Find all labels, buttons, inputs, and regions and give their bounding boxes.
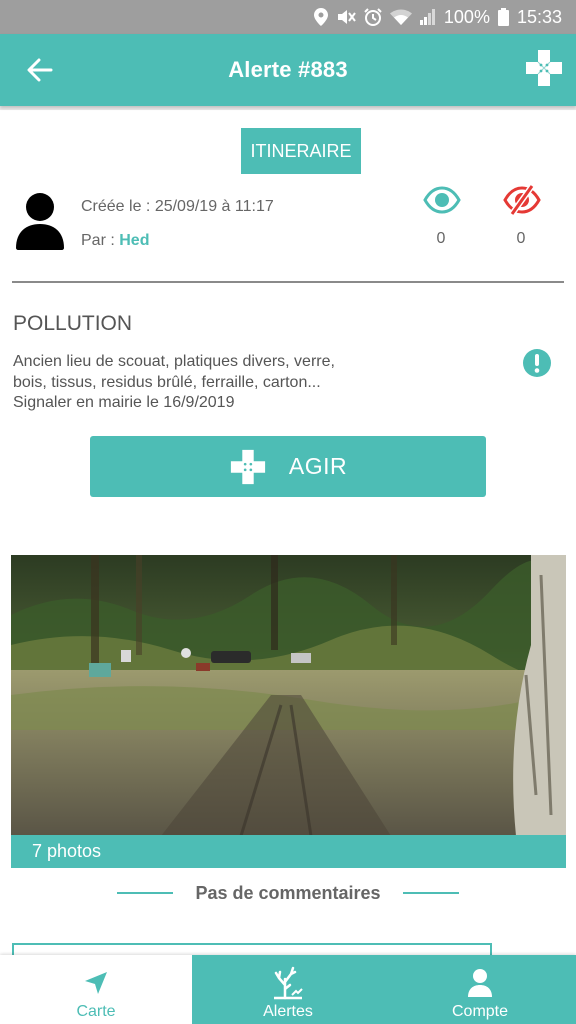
arrow-left-icon (27, 58, 53, 82)
created-date: Créée le : 25/09/19 à 11:17 (81, 198, 274, 215)
no-comments-label: Pas de commentaires (195, 882, 381, 903)
author-avatar (14, 192, 66, 250)
exclamation-circle-icon (523, 349, 551, 377)
author-name[interactable]: Hed (119, 232, 149, 249)
battery-icon (497, 8, 509, 26)
author-line: Par : Hed (81, 232, 149, 250)
alert-photo[interactable] (11, 555, 566, 836)
act-button-label: AGIR (288, 453, 348, 479)
comments-divider-left (117, 892, 174, 894)
app-header: Alerte #883 (0, 34, 576, 106)
bandage-plus-icon (230, 449, 265, 484)
report-button[interactable] (522, 348, 552, 378)
nav-label: Carte (76, 1003, 116, 1020)
unseen-count: 0 (516, 230, 526, 247)
nav-item-carte[interactable]: Carte (0, 955, 192, 1024)
page-title: Alerte #883 (228, 57, 348, 82)
location-icon (313, 8, 328, 26)
status-bar: 100% 15:33 (0, 0, 576, 34)
description-line: Signaler en mairie le 16/9/2019 (13, 394, 235, 411)
photo-count: 7 photos (32, 841, 102, 861)
comments-header: Pas de commentaires (0, 880, 576, 906)
tree-alert-icon (270, 965, 306, 1001)
navigation-arrow-icon (78, 965, 114, 1001)
alert-description: Ancien lieu de scouat, platiques divers,… (13, 352, 393, 414)
forest-photo-image (11, 555, 566, 836)
user-icon (462, 965, 498, 1001)
battery-percent: 100% (443, 6, 490, 27)
nav-label: Alertes (263, 1003, 313, 1020)
comments-divider-right (402, 892, 459, 894)
alarm-icon (364, 8, 382, 26)
eye-slash-icon (503, 184, 541, 216)
clock-time: 15:33 (516, 6, 562, 27)
nav-label: Compte (451, 1003, 509, 1020)
bottom-navigation: Carte Alertes Compte (0, 955, 576, 1024)
alert-category: POLLUTION (13, 312, 133, 335)
description-line: bois, tissus, residus brûlé, ferraille, … (13, 373, 321, 391)
act-header-button[interactable] (524, 48, 564, 88)
nav-item-alertes[interactable]: Alertes (192, 955, 384, 1024)
mute-icon (336, 8, 356, 26)
alert-detail-screen: 100% 15:33 Alerte #883 ITINERAIRE Créée (0, 0, 576, 1024)
act-button[interactable]: AGIR (90, 436, 486, 497)
seen-button[interactable] (423, 186, 461, 214)
wifi-icon (389, 9, 412, 25)
signal-icon (419, 9, 436, 25)
itinerary-button[interactable]: ITINERAIRE (241, 128, 361, 174)
section-divider (12, 281, 564, 283)
author-prefix: Par : (81, 232, 120, 249)
user-silhouette-icon (16, 193, 64, 250)
nav-item-compte[interactable]: Compte (384, 955, 576, 1024)
header-shadow (0, 106, 576, 110)
unseen-button[interactable] (503, 184, 541, 216)
seen-count: 0 (436, 230, 446, 247)
back-button[interactable] (22, 52, 58, 88)
bandage-plus-icon (526, 50, 562, 86)
eye-icon (423, 186, 461, 214)
photo-count-bar[interactable]: 7 photos (11, 835, 566, 868)
description-line: Ancien lieu de scouat, platiques divers,… (13, 353, 335, 370)
